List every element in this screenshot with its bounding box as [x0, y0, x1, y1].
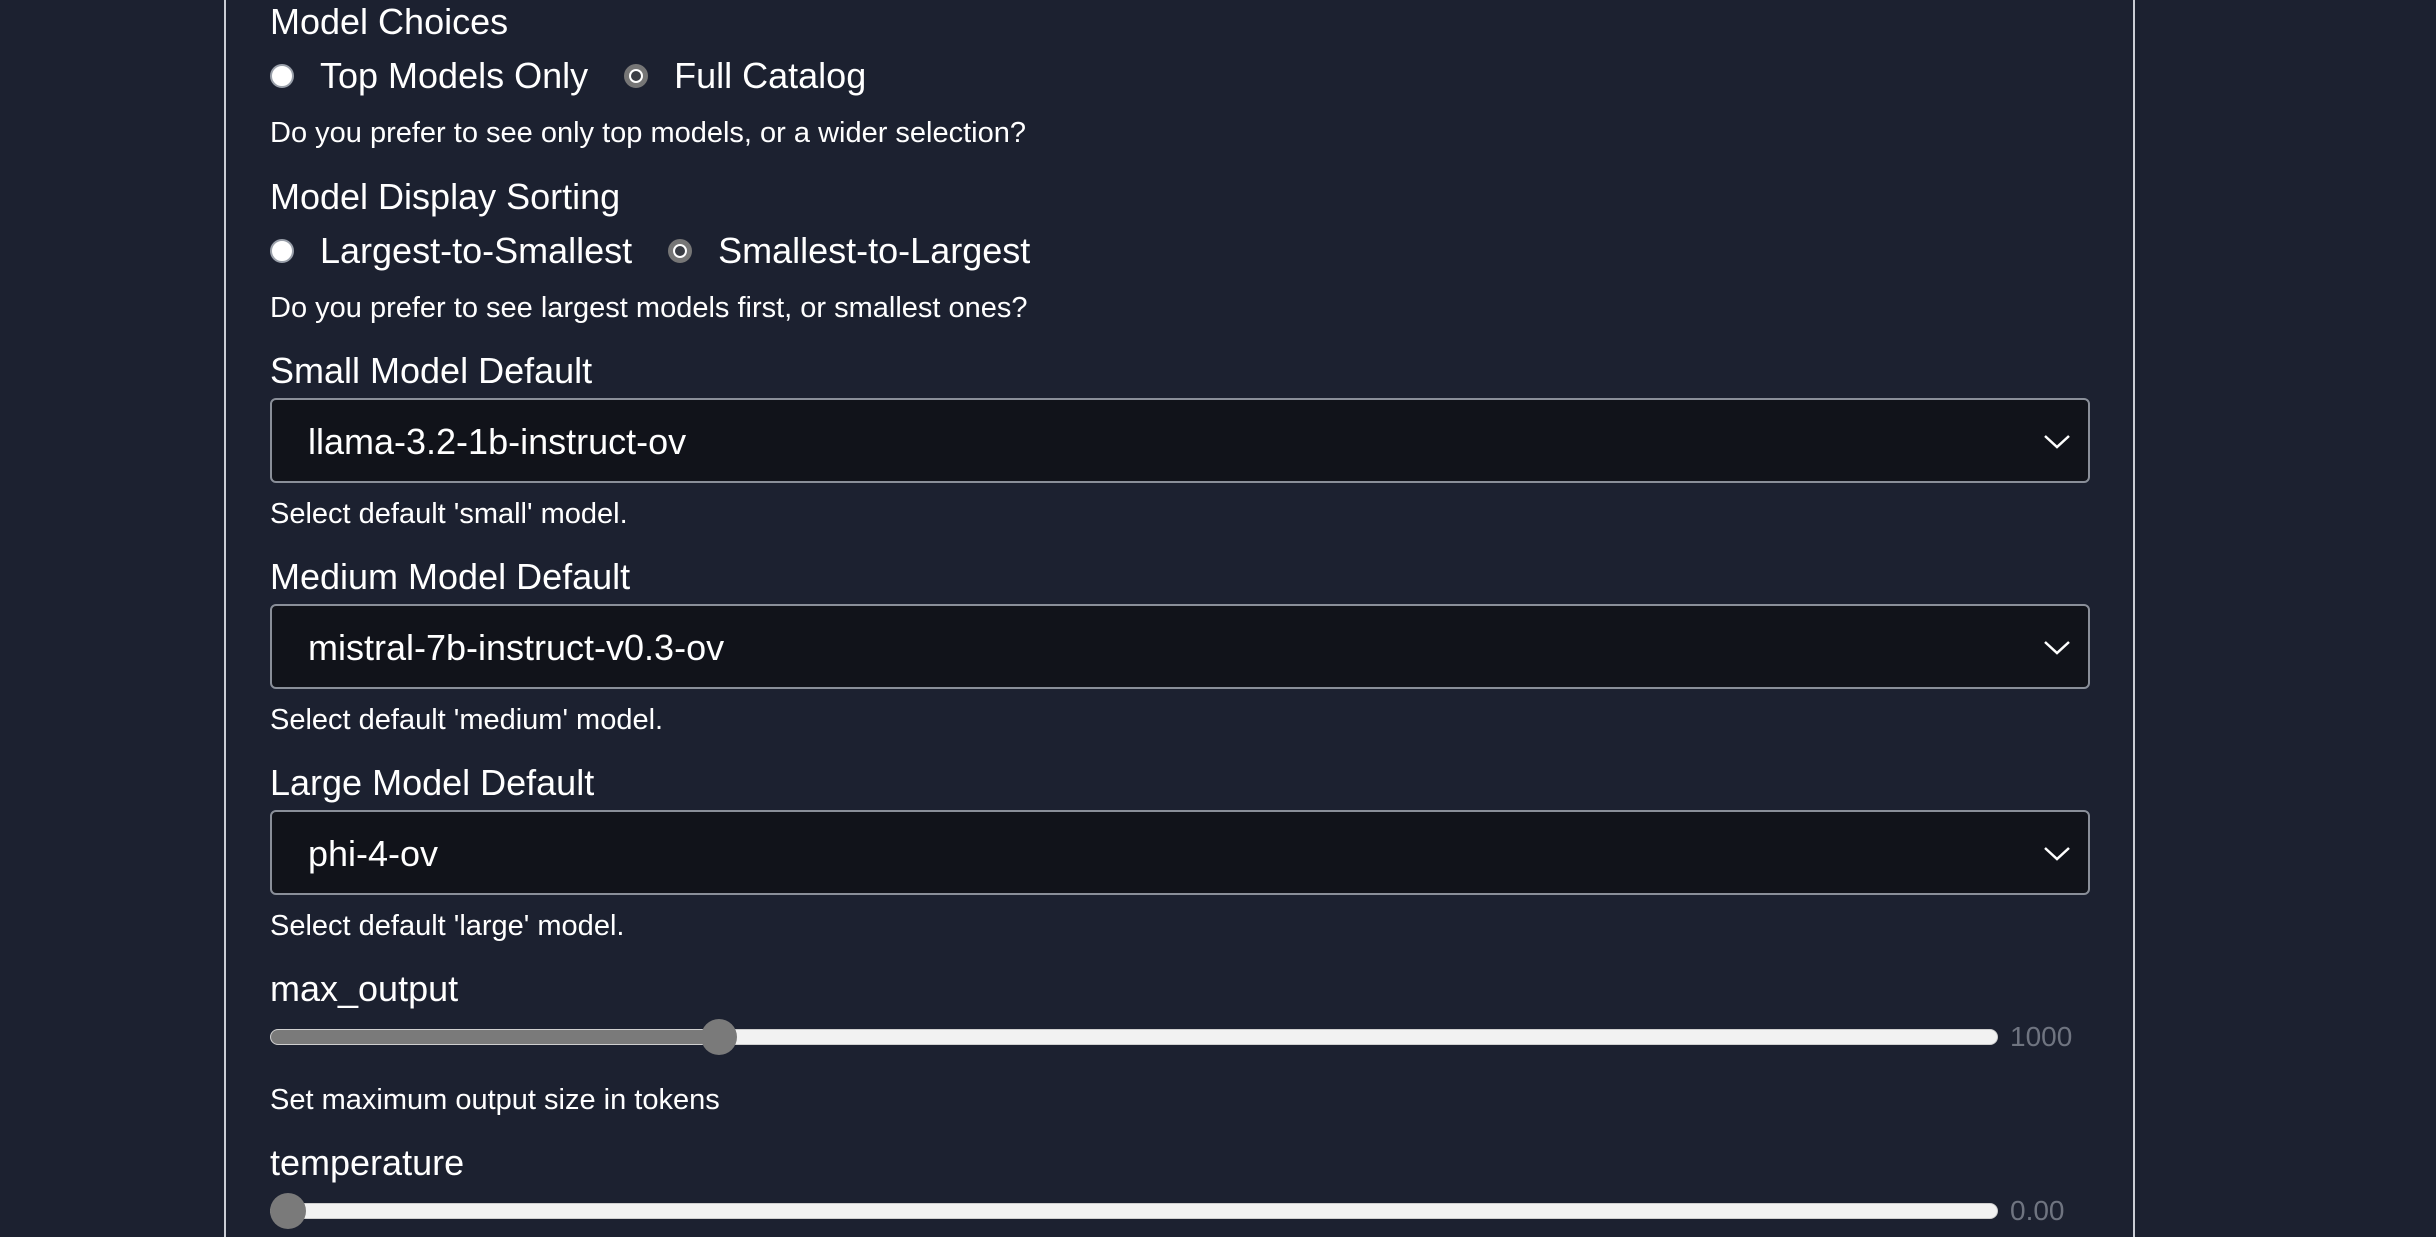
chevron-down-icon [2044, 435, 2070, 449]
radio-button-checked[interactable] [668, 239, 693, 263]
large-model-help: Select default 'large' model. [270, 910, 625, 942]
max-output-help: Set maximum output size in tokens [270, 1084, 720, 1116]
small-model-label: Small Model Default [270, 350, 593, 391]
small-model-selected-value: llama-3.2-1b-instruct-ov [308, 421, 687, 462]
chevron-down-icon [2044, 847, 2070, 861]
radio-button-unchecked[interactable] [270, 239, 294, 263]
medium-model-label: Medium Model Default [270, 556, 631, 597]
model-choices-radio-group: Top Models Only Full Catalog [270, 54, 902, 98]
radio-label-largest-to-smallest: Largest-to-Smallest [320, 230, 633, 271]
large-model-select[interactable]: phi-4-ov [270, 810, 2090, 895]
max-output-label: max_output [270, 968, 459, 1009]
radio-largest-to-smallest[interactable]: Largest-to-Smallest [270, 231, 632, 271]
temperature-value: 0.00 [2010, 1195, 2065, 1226]
model-choices-help: Do you prefer to see only top models, or… [270, 117, 1027, 149]
model-sorting-radio-group: Largest-to-Smallest Smallest-to-Largest [270, 229, 1066, 273]
temperature-label: temperature [270, 1142, 465, 1183]
slider-track [270, 1029, 1998, 1045]
medium-model-select[interactable]: mistral-7b-instruct-v0.3-ov [270, 604, 2090, 689]
radio-top-models-only[interactable]: Top Models Only [270, 56, 588, 96]
slider-thumb[interactable] [701, 1019, 738, 1055]
model-sorting-label: Model Display Sorting [270, 176, 621, 217]
max-output-value: 1000 [2010, 1021, 2073, 1052]
large-model-selected-value: phi-4-ov [308, 833, 439, 874]
small-model-help: Select default 'small' model. [270, 498, 628, 530]
radio-label-smallest-to-largest: Smallest-to-Largest [718, 230, 1031, 271]
radio-full-catalog[interactable]: Full Catalog [624, 56, 866, 96]
slider-track [270, 1203, 1998, 1219]
radio-label-full-catalog: Full Catalog [674, 55, 867, 96]
radio-label-top-models-only: Top Models Only [320, 55, 589, 96]
medium-model-selected-value: mistral-7b-instruct-v0.3-ov [308, 627, 725, 668]
model-sorting-help: Do you prefer to see largest models firs… [270, 292, 1028, 324]
radio-button-unchecked[interactable] [270, 64, 294, 88]
small-model-select[interactable]: llama-3.2-1b-instruct-ov [270, 398, 2090, 483]
large-model-label: Large Model Default [270, 762, 595, 803]
chevron-down-icon [2044, 641, 2070, 655]
slider-thumb[interactable] [270, 1193, 306, 1229]
max-output-slider[interactable] [270, 1017, 1998, 1057]
model-choices-label: Model Choices [270, 1, 509, 42]
temperature-slider[interactable] [270, 1191, 1998, 1231]
radio-button-checked[interactable] [624, 64, 649, 88]
medium-model-help: Select default 'medium' model. [270, 704, 664, 736]
slider-fill [271, 1030, 721, 1044]
radio-smallest-to-largest[interactable]: Smallest-to-Largest [668, 231, 1030, 271]
